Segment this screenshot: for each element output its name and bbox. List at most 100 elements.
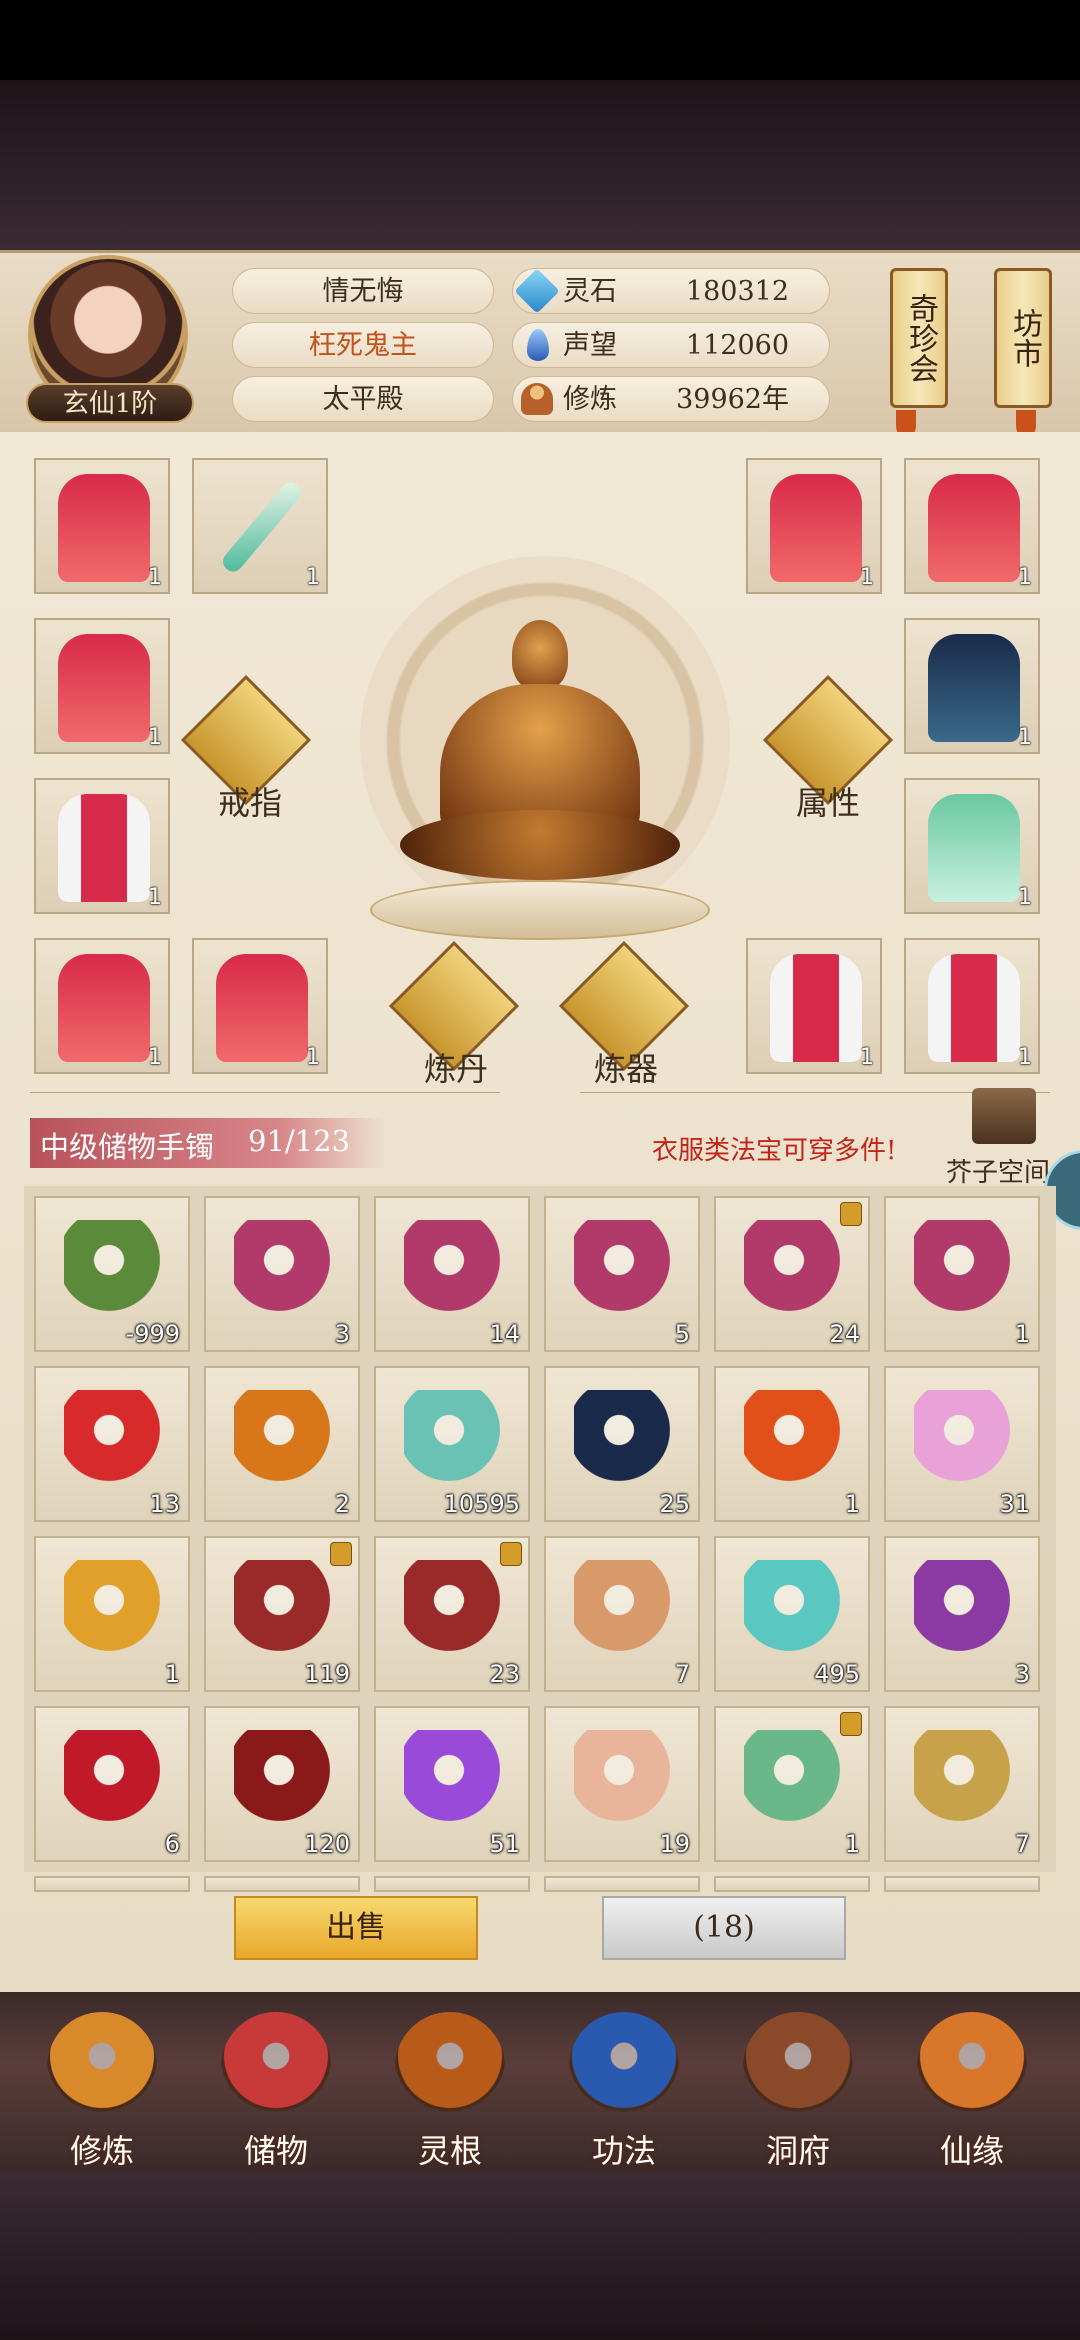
item-count: 31 [999, 1490, 1030, 1518]
item-slot[interactable]: 1 [884, 1196, 1040, 1352]
player-sect[interactable]: 太平殿 [232, 376, 494, 422]
selected-count-button[interactable]: (18) [602, 1896, 846, 1960]
rice-tray-icon [234, 1560, 334, 1660]
item-count: 119 [304, 1660, 350, 1688]
item-count: 14 [489, 1320, 520, 1348]
slot-count: 1 [148, 1045, 162, 1070]
bag-nav-icon [221, 2012, 331, 2122]
teapot-icon [234, 1730, 334, 1830]
player-title[interactable]: 枉死鬼主 [232, 322, 494, 368]
item-slot[interactable] [34, 1876, 190, 1892]
cave-nav-icon [743, 2012, 853, 2122]
equip-slot[interactable]: 1 [192, 938, 328, 1074]
nav-label: 仙缘 [939, 2132, 1004, 2170]
red-white-robe-icon [770, 954, 862, 1062]
bottom-background [0, 2172, 1080, 2340]
nav-label: 灵根 [417, 2132, 482, 2170]
stat-label: 灵石 [563, 276, 617, 307]
item-slot[interactable]: 24 [714, 1196, 870, 1352]
item-count: 51 [489, 1830, 520, 1858]
branch-icon [64, 1220, 164, 1320]
nav-item[interactable]: 仙缘 [892, 2004, 1052, 2174]
red-crystal-icon [64, 1730, 164, 1830]
equip-slot[interactable]: 1 [904, 938, 1040, 1074]
item-slot[interactable]: 51 [374, 1706, 530, 1862]
spirit-stone-icon [514, 268, 560, 314]
item-count: 1 [164, 1660, 180, 1688]
item-slot[interactable]: 2 [204, 1366, 360, 1522]
equip-slot[interactable]: 1 [746, 458, 882, 594]
equip-slot[interactable]: 1 [34, 778, 170, 914]
item-slot[interactable]: 7 [544, 1536, 700, 1692]
player-name: 情无悔 [232, 268, 494, 314]
item-count: -999 [125, 1320, 180, 1348]
market-button[interactable]: 坊市 [994, 268, 1052, 408]
item-slot[interactable]: 1 [34, 1536, 190, 1692]
item-slot[interactable]: 23 [374, 1536, 530, 1692]
item-slot[interactable]: 7 [884, 1706, 1040, 1862]
space-chest-icon[interactable] [972, 1088, 1036, 1144]
equip-slot[interactable]: 1 [746, 938, 882, 1074]
slot-count: 1 [148, 565, 162, 590]
equip-slot[interactable]: 1 [904, 618, 1040, 754]
item-slot[interactable]: 10595 [374, 1366, 530, 1522]
lock-icon [840, 1712, 862, 1736]
item-slot[interactable]: 31 [884, 1366, 1040, 1522]
green-robe-icon [744, 1730, 844, 1830]
red-robe-icon [928, 474, 1020, 582]
equip-slot[interactable]: 1 [34, 618, 170, 754]
divider [30, 1092, 500, 1093]
item-slot[interactable] [714, 1876, 870, 1892]
item-slot[interactable]: 1 [714, 1366, 870, 1522]
item-slot[interactable] [374, 1876, 530, 1892]
nav-item[interactable]: 储物 [196, 2004, 356, 2174]
red-robe-icon [770, 474, 862, 582]
item-slot[interactable]: 495 [714, 1536, 870, 1692]
item-slot[interactable]: 3 [884, 1536, 1040, 1692]
item-slot[interactable]: 5 [544, 1196, 700, 1352]
slot-count: 1 [148, 885, 162, 910]
scroll-icon [234, 1220, 334, 1320]
item-slot[interactable]: -999 [34, 1196, 190, 1352]
item-count: 23 [489, 1660, 520, 1688]
treasure-fair-button[interactable]: 奇珍会 [890, 268, 948, 408]
item-slot[interactable]: 6 [34, 1706, 190, 1862]
item-slot[interactable]: 3 [204, 1196, 360, 1352]
sell-button[interactable]: 出售 [234, 1896, 478, 1960]
nav-item[interactable]: 修炼 [22, 2004, 182, 2174]
slot-count: 1 [306, 1045, 320, 1070]
scroll-icon [574, 1220, 674, 1320]
nav-item[interactable]: 功法 [544, 2004, 704, 2174]
cultivation-icon [521, 383, 553, 415]
item-slot[interactable] [884, 1876, 1040, 1892]
nav-item[interactable]: 洞府 [718, 2004, 878, 2174]
green-robe-icon [928, 794, 1020, 902]
item-slot[interactable] [204, 1876, 360, 1892]
seed-pouch-icon [914, 1730, 1014, 1830]
equip-slot[interactable]: 1 [904, 458, 1040, 594]
lock-icon [500, 1542, 522, 1566]
scroll-icon [404, 1220, 504, 1320]
item-slot[interactable]: 13 [34, 1366, 190, 1522]
red-robe-icon [58, 954, 150, 1062]
bonsai-icon [914, 1560, 1014, 1660]
red-robe-icon [58, 474, 150, 582]
item-slot[interactable]: 25 [544, 1366, 700, 1522]
item-slot[interactable] [544, 1876, 700, 1892]
item-slot[interactable]: 19 [544, 1706, 700, 1862]
item-count: 3 [1014, 1660, 1030, 1688]
stat-value: 180312 [685, 276, 789, 307]
equip-slot[interactable]: 1 [34, 458, 170, 594]
item-slot[interactable]: 120 [204, 1706, 360, 1862]
item-slot[interactable]: 1 [714, 1706, 870, 1862]
item-slot[interactable]: 119 [204, 1536, 360, 1692]
item-slot[interactable]: 14 [374, 1196, 530, 1352]
equip-slot[interactable]: 1 [34, 938, 170, 1074]
stat-value: 112060 [685, 330, 789, 361]
equip-slot[interactable]: 1 [192, 458, 328, 594]
nav-item[interactable]: 灵根 [370, 2004, 530, 2174]
attribute-label: 属性 [796, 784, 861, 822]
equip-slot[interactable]: 1 [904, 778, 1040, 914]
nav-label: 功法 [591, 2132, 656, 2170]
meditation-nav-icon [47, 2012, 157, 2122]
